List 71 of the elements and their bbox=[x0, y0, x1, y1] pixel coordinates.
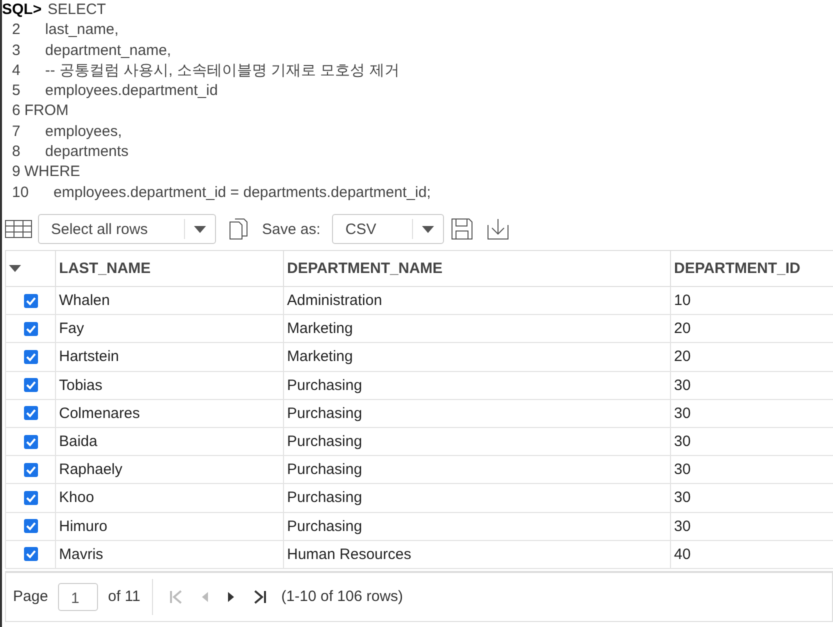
row-checkbox[interactable] bbox=[24, 378, 38, 392]
table-cell: Purchasing bbox=[284, 427, 670, 456]
table-cell: Marketing bbox=[284, 314, 670, 343]
row-range: (1-10 of 106 rows) bbox=[281, 588, 404, 606]
last-page-icon bbox=[253, 588, 268, 605]
code-line: employees, bbox=[44, 122, 122, 142]
page-count: of 11 bbox=[108, 588, 140, 606]
code-line: SELECT bbox=[48, 0, 106, 20]
line-number: 5 bbox=[11, 81, 20, 102]
row-checkbox[interactable] bbox=[24, 490, 38, 505]
table-cell: Khoo bbox=[56, 484, 284, 512]
line-number: 6 bbox=[11, 101, 20, 122]
line-number: 8 bbox=[11, 142, 20, 162]
grid-icon[interactable] bbox=[5, 220, 32, 238]
row-checkbox[interactable] bbox=[24, 294, 38, 308]
caret-icon bbox=[9, 265, 21, 272]
table-cell: Raphaely bbox=[56, 456, 284, 484]
line-number: 9 bbox=[11, 162, 20, 182]
column-header[interactable]: DEPARTMENT_NAME bbox=[284, 250, 670, 286]
save-as-label: Save as: bbox=[262, 220, 320, 238]
table-cell: Purchasing bbox=[284, 399, 670, 428]
next-page-icon bbox=[227, 590, 236, 603]
first-page-icon bbox=[169, 588, 184, 605]
select-column-header[interactable] bbox=[6, 250, 56, 286]
row-checkbox[interactable] bbox=[24, 547, 38, 562]
page-label: Page bbox=[13, 588, 48, 606]
code-line: FROM bbox=[24, 101, 69, 122]
line-number: 10 bbox=[11, 182, 29, 203]
code-line: WHERE bbox=[24, 162, 80, 182]
row-checkbox[interactable] bbox=[24, 322, 38, 336]
code-line: -- 공통컬럼 사용시, 소속테이블명 기재로 모호성 제거 bbox=[44, 60, 400, 81]
column-header[interactable]: LAST_NAME bbox=[56, 250, 284, 286]
code-line: last_name, bbox=[44, 20, 119, 40]
download-icon[interactable] bbox=[486, 217, 510, 241]
table-cell: Mavris bbox=[56, 540, 284, 568]
line-number: 3 bbox=[11, 40, 20, 61]
table-cell: Tobias bbox=[56, 371, 284, 400]
table-cell: Administration bbox=[284, 286, 670, 315]
line-number: 7 bbox=[11, 122, 20, 142]
row-checkbox[interactable] bbox=[24, 406, 38, 420]
save-icon[interactable] bbox=[450, 217, 474, 241]
table-cell: Baida bbox=[56, 427, 284, 456]
caret-icon bbox=[422, 226, 434, 232]
row-checkbox[interactable] bbox=[24, 434, 38, 449]
column-header[interactable]: DEPARTMENT_ID bbox=[670, 250, 833, 286]
table-cell: Whalen bbox=[56, 286, 284, 315]
table-cell: Purchasing bbox=[284, 484, 670, 512]
row-checkbox[interactable] bbox=[24, 350, 38, 364]
table-cell: Human Resources bbox=[284, 540, 670, 568]
table-cell: Colmenares bbox=[56, 399, 284, 428]
row-checkbox[interactable] bbox=[24, 462, 38, 477]
table-cell: Purchasing bbox=[284, 371, 670, 400]
code-line: employees.department_id = departments.department_id; bbox=[52, 182, 431, 203]
row-selection-dropdown[interactable]: Select all rows bbox=[38, 214, 216, 244]
row-checkbox[interactable] bbox=[24, 519, 38, 534]
table-cell: Hartstein bbox=[56, 342, 284, 372]
table-cell: Purchasing bbox=[284, 456, 670, 484]
code-line: department_name, bbox=[44, 40, 172, 61]
table-cell: Purchasing bbox=[284, 512, 670, 540]
line-number: 4 bbox=[11, 60, 20, 81]
caret-icon bbox=[194, 226, 206, 232]
sql-prompt: SQL> bbox=[2, 0, 42, 20]
code-line: departments bbox=[44, 142, 129, 162]
page-field[interactable]: 1 bbox=[58, 582, 98, 611]
table-cell: Himuro bbox=[56, 512, 284, 540]
table-cell: Fay bbox=[56, 314, 284, 343]
format-dropdown[interactable]: CSV bbox=[332, 214, 444, 244]
previous-page-icon bbox=[201, 590, 210, 603]
table-cell: Marketing bbox=[284, 342, 670, 372]
code-line: employees.department_id bbox=[44, 81, 218, 102]
line-number: 2 bbox=[11, 20, 20, 40]
